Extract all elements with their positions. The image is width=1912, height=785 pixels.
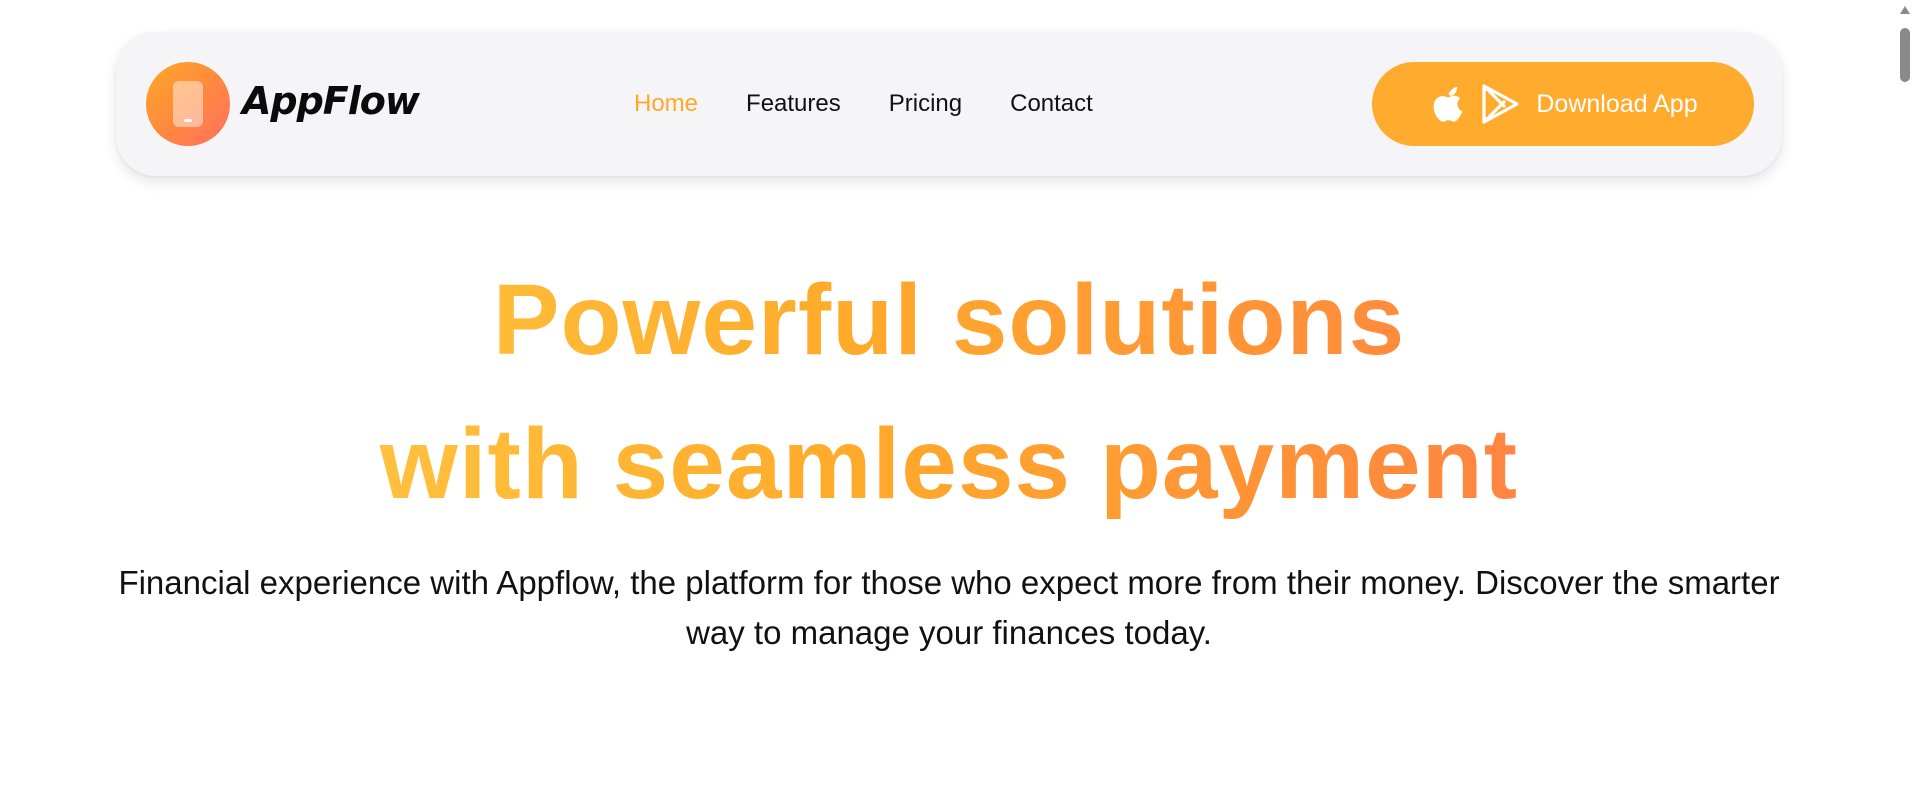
logo[interactable] (146, 62, 230, 146)
scroll-up-icon[interactable] (1900, 6, 1910, 14)
nav-item-contact[interactable]: Contact (1010, 90, 1093, 118)
phone-icon (173, 81, 203, 127)
hero-title-line-2: with seamless payment (0, 392, 1898, 536)
scroll-thumb[interactable] (1900, 28, 1910, 82)
download-app-label: Download App (1536, 89, 1698, 118)
nav-item-features[interactable]: Features (746, 90, 841, 118)
download-app-button[interactable]: Download App (1372, 62, 1754, 146)
hero-subtitle: Financial experience with Appflow, the p… (118, 564, 1780, 651)
nav-menu: Home Features Pricing Contact (634, 84, 1093, 124)
nav-item-pricing[interactable]: Pricing (889, 90, 962, 118)
navbar: AppFlow Home Features Pricing Contact Do… (116, 32, 1782, 176)
hero-title: Powerful solutions with seamless payment (0, 248, 1898, 536)
brand-name[interactable]: AppFlow (242, 76, 420, 126)
hero-title-line-1: Powerful solutions (0, 248, 1898, 392)
page-scrollbar[interactable] (1898, 0, 1912, 785)
google-play-icon (1480, 83, 1520, 125)
apple-icon (1428, 83, 1468, 125)
nav-item-home[interactable]: Home (634, 90, 698, 118)
